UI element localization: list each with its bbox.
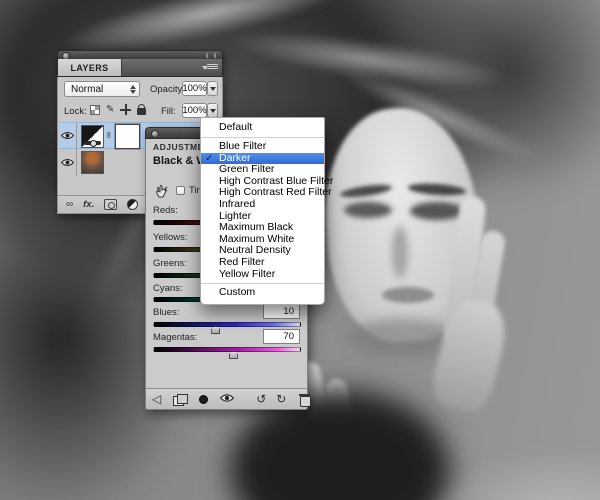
opacity-label: Opacity: [150,84,185,95]
opacity-dropdown-icon[interactable] [207,81,218,96]
magentas-label: Magentas: [153,332,197,343]
panel-grip-icon [206,53,216,58]
menu-separator [201,283,324,284]
panel-menu-icon[interactable] [202,63,218,73]
checkmark-icon: ✓ [205,153,213,165]
new-adjustment-layer-icon[interactable] [127,199,138,210]
fill-value-field[interactable]: 100% [182,103,207,118]
blues-label: Blues: [153,307,179,318]
layer-mask-thumbnail[interactable] [115,124,140,149]
menu-item-custom[interactable]: Custom [201,287,324,299]
lock-transparency-icon[interactable] [90,105,100,115]
background-layer-thumbnail[interactable] [81,151,104,174]
lock-pixels-icon[interactable]: ✎ [106,105,114,115]
blend-mode-select[interactable]: Normal [64,81,140,97]
blend-mode-value: Normal [71,84,103,95]
magentas-value-field[interactable]: 70 [263,329,300,344]
scrubby-hand-icon[interactable] [152,181,172,204]
delete-adjustment-icon[interactable] [300,394,310,405]
toggle-visibility-button[interactable] [220,390,234,408]
menu-item-infrared[interactable]: Infrared [201,199,324,211]
view-previous-state-icon[interactable]: ↺ [256,392,266,406]
eye-icon [220,393,234,403]
panel-knob-icon [152,131,158,137]
yellows-label: Yellows: [153,232,188,243]
cyans-label: Cyans: [153,283,183,294]
photoshop-canvas: LAYERS Normal Opacity: 100% Lock: ✎ [0,0,600,500]
opacity-value-field[interactable]: 100% [182,81,207,96]
tint-checkbox[interactable] [176,186,185,195]
fill-dropdown-icon[interactable] [207,103,218,118]
menu-item-red-filter[interactable]: Red Filter [201,257,324,269]
menu-item-maximum-black[interactable]: Maximum Black [201,222,324,234]
eye-icon [61,158,74,167]
bw-preset-menu: Default Blue Filter ✓ Darker Green Filte… [200,117,325,305]
link-layers-icon[interactable]: ∞ [66,199,73,210]
menu-item-default[interactable]: Default [201,122,324,134]
stepper-icon [129,84,136,95]
reds-label: Reds: [153,205,178,216]
blues-slider-thumb[interactable] [211,326,220,334]
menu-item-yellow-filter[interactable]: Yellow Filter [201,269,324,281]
blues-slider[interactable] [153,322,301,327]
greens-label: Greens: [153,258,187,269]
lock-all-icon[interactable] [137,108,146,115]
blues-value-field[interactable]: 10 [263,304,300,319]
switch-panel-view-icon[interactable] [173,394,186,405]
add-layer-mask-icon[interactable] [104,199,117,210]
reset-defaults-icon[interactable]: ↻ [276,392,286,406]
clip-to-layer-icon[interactable] [199,395,208,404]
visibility-toggle[interactable] [59,149,77,176]
adjustments-toolbar: ◁ ↺ ↻ [146,388,307,409]
layers-panel-tabs: LAYERS [57,59,223,77]
magentas-slider-thumb[interactable] [229,351,238,359]
bw-mini-slider-icon [84,141,101,145]
layer-style-icon[interactable]: fx. [83,199,94,210]
tab-layers[interactable]: LAYERS [58,59,122,76]
lock-position-icon[interactable] [120,104,131,115]
back-arrow-icon[interactable]: ◁ [152,392,161,406]
visibility-toggle[interactable] [59,123,77,148]
menu-separator [201,137,324,138]
fill-label: Fill: [161,106,176,117]
magentas-slider[interactable] [153,347,301,352]
eye-icon [61,131,74,140]
lock-label: Lock: [64,106,87,117]
mask-link-icon[interactable]: ∞ [104,132,114,138]
bw-adjustment-thumbnail[interactable] [81,125,104,148]
